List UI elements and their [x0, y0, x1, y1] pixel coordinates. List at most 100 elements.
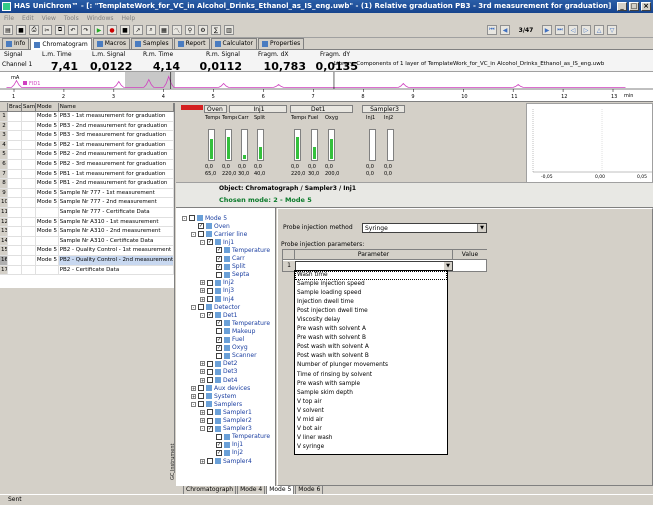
settings-icon[interactable]: ⚙: [198, 25, 208, 35]
menu-item-windows[interactable]: Windows: [87, 15, 114, 22]
cell-empty[interactable]: [22, 188, 36, 198]
table-row[interactable]: 15 Mode 5 PB2 - Quality Control - 1st meas…: [0, 246, 174, 256]
cell-n[interactable]: 16: [0, 255, 8, 265]
tab-samples[interactable]: Samples: [131, 38, 173, 49]
expand-icon[interactable]: +: [191, 393, 196, 399]
inj1-header[interactable]: Inj1: [229, 105, 287, 113]
tree-node[interactable]: + Sampler2: [200, 417, 252, 425]
tree-checkbox[interactable]: [207, 287, 213, 294]
tree-node[interactable]: ✓ Temperature: [209, 319, 270, 327]
cell-n[interactable]: 7: [0, 169, 8, 179]
tree-node[interactable]: ✓ Fuel: [209, 336, 244, 344]
chart-icon[interactable]: 〽: [172, 25, 182, 35]
tree-node[interactable]: - Carrier line: [191, 230, 247, 238]
expand-icon[interactable]: +: [200, 418, 205, 423]
tree-checkbox[interactable]: [216, 352, 222, 359]
tree-node[interactable]: + Det4: [200, 376, 237, 384]
tree-checkbox[interactable]: [207, 368, 213, 375]
cell-empty[interactable]: [22, 227, 36, 236]
tree-checkbox[interactable]: [189, 215, 195, 221]
cell-empty[interactable]: [8, 150, 22, 159]
expand-icon[interactable]: -: [182, 215, 187, 221]
cell-n[interactable]: 5: [0, 150, 8, 159]
cell-empty[interactable]: [22, 255, 36, 265]
tree-checkbox[interactable]: [198, 393, 204, 400]
tree-node[interactable]: + Det3: [200, 368, 237, 376]
tree-node[interactable]: + Inj3: [200, 287, 234, 295]
print-icon[interactable]: ⎙: [29, 25, 39, 35]
dropdown-option[interactable]: Number of plunger movements: [295, 361, 447, 370]
nav-right-icon[interactable]: ▷: [581, 25, 591, 35]
arrow-icon[interactable]: ↗: [133, 25, 143, 35]
cell-empty[interactable]: [8, 227, 22, 236]
tab-info[interactable]: Info: [2, 38, 30, 49]
cell-name[interactable]: PB3 - 2nd measurement for graduation: [59, 121, 174, 131]
cell-name[interactable]: PB3 - 3rd measurement for graduation: [59, 131, 174, 140]
cell-n[interactable]: 15: [0, 246, 8, 255]
cell-name[interactable]: Sample Nr A310 - 1st measurement: [59, 217, 174, 227]
tab-chromatogram[interactable]: Chromatogram: [30, 38, 92, 50]
table-row[interactable]: 4 Mode 5 PB2 - 1st measurement for graduat…: [0, 140, 174, 151]
cell-empty[interactable]: [8, 131, 22, 140]
tree-node[interactable]: ✓ Inj2: [209, 449, 243, 457]
tree-checkbox[interactable]: ✓: [207, 239, 213, 246]
cut-icon[interactable]: ✂: [42, 25, 52, 35]
cell-empty[interactable]: [8, 179, 22, 188]
cell-mode[interactable]: Mode 5: [36, 140, 59, 150]
redo-icon[interactable]: ↷: [81, 25, 91, 35]
prev-icon[interactable]: ◀: [500, 25, 510, 35]
nav-left-icon[interactable]: ◁: [568, 25, 578, 35]
tree-checkbox[interactable]: ✓: [216, 336, 222, 343]
header-sample[interactable]: Sample: [22, 103, 36, 111]
tree-checkbox[interactable]: [207, 377, 213, 383]
dropdown-option[interactable]: Post injection dwell time: [295, 307, 447, 316]
cell-empty[interactable]: [8, 198, 22, 207]
cell-name[interactable]: Sample Nr 777 - 2nd measurement: [59, 198, 174, 207]
tree-node[interactable]: + Inj2: [200, 279, 234, 287]
header-name[interactable]: Name: [59, 103, 174, 111]
cell-empty[interactable]: [8, 236, 22, 246]
menu-item-tools[interactable]: Tools: [64, 15, 79, 22]
tree-checkbox[interactable]: [216, 328, 222, 335]
tree-checkbox[interactable]: [207, 417, 213, 424]
tree-checkbox[interactable]: ✓: [216, 441, 222, 448]
tree-checkbox[interactable]: ✓: [216, 255, 222, 262]
cell-n[interactable]: 1: [0, 112, 8, 121]
dropdown-option[interactable]: Sample injection speed: [295, 280, 447, 289]
dropdown-option[interactable]: Wash time: [295, 271, 447, 281]
cell-n[interactable]: 13: [0, 227, 8, 236]
cell-name[interactable]: PB3 - 1st measurement for graduation: [59, 112, 174, 121]
tree-node[interactable]: Makeup: [209, 327, 255, 335]
tree-checkbox[interactable]: ✓: [216, 449, 222, 456]
expand-icon[interactable]: +: [200, 361, 205, 367]
chevron-down-icon[interactable]: ▼: [477, 224, 486, 232]
nav-down-icon[interactable]: ▽: [607, 25, 617, 35]
tree-checkbox[interactable]: ✓: [216, 344, 222, 351]
maximize-button[interactable]: □: [629, 2, 639, 11]
table-row[interactable]: 12 Mode 5 Sample Nr A310 - 1st measurement: [0, 217, 174, 228]
tree-node[interactable]: + System: [191, 392, 236, 400]
sampler3-header[interactable]: Sampler3: [362, 105, 405, 113]
tree-node[interactable]: ✓ Oxyg: [209, 344, 248, 352]
table-row[interactable]: 9 Mode 5 Sample Nr 777 - 1st measurement: [0, 188, 174, 199]
cell-n[interactable]: 8: [0, 179, 8, 188]
tree-checkbox[interactable]: [207, 458, 213, 464]
cell-n[interactable]: 4: [0, 140, 8, 150]
cell-mode[interactable]: [36, 207, 59, 217]
table-row[interactable]: 17 PB2 - Certificate Data: [0, 265, 174, 276]
method-select[interactable]: Syringe ▼: [362, 223, 487, 233]
table-icon[interactable]: ▥: [224, 25, 234, 35]
tree-checkbox[interactable]: [198, 401, 204, 408]
cell-mode[interactable]: Mode 5: [36, 121, 59, 131]
dropdown-option[interactable]: Pre wash with sample: [295, 380, 447, 389]
tab-report[interactable]: Report: [173, 38, 210, 49]
cell-name[interactable]: Sample Nr A310 - Certificate Data: [59, 236, 174, 246]
expand-icon[interactable]: +: [200, 280, 205, 286]
tree-node[interactable]: + Inj4: [200, 295, 234, 303]
cell-mode[interactable]: Mode 5: [36, 188, 59, 198]
cell-empty[interactable]: [8, 265, 22, 275]
tree-checkbox[interactable]: ✓: [207, 425, 213, 432]
expand-icon[interactable]: -: [200, 239, 205, 245]
menu-item-help[interactable]: Help: [122, 15, 136, 22]
filter-icon[interactable]: ⚲: [185, 25, 195, 35]
